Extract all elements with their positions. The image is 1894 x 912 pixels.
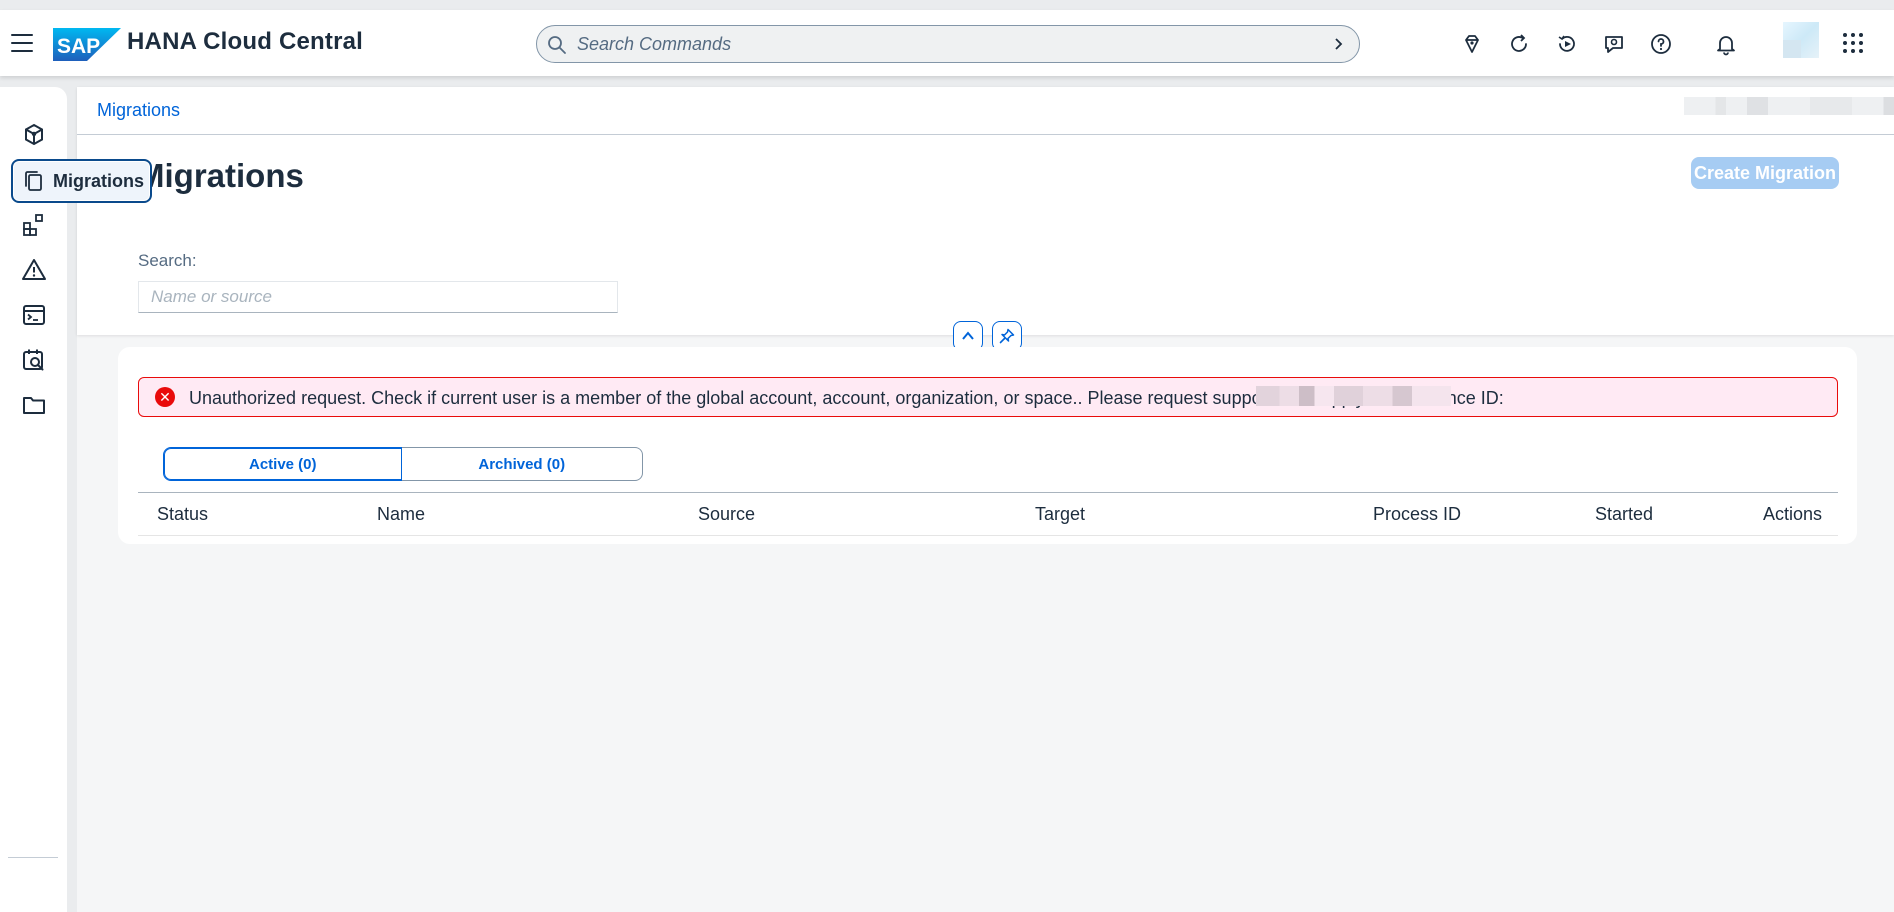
- alert-icon[interactable]: [21, 257, 47, 283]
- column-header-target[interactable]: Target: [1035, 504, 1085, 525]
- refresh-icon[interactable]: [1507, 32, 1531, 56]
- table-header: Status Name Source Target Process ID Sta…: [138, 492, 1838, 536]
- cube-icon[interactable]: [21, 122, 47, 148]
- tab-archived[interactable]: Archived (0): [401, 447, 643, 481]
- calendar-search-icon[interactable]: [21, 347, 47, 373]
- segmented-tabs: Active (0) Archived (0): [163, 447, 643, 481]
- notifications-icon[interactable]: [1714, 32, 1738, 56]
- history-icon[interactable]: [1555, 32, 1579, 56]
- redacted-context: [1684, 97, 1894, 115]
- user-avatar[interactable]: [1783, 22, 1819, 58]
- column-header-name[interactable]: Name: [377, 504, 425, 525]
- components-icon[interactable]: [21, 212, 47, 238]
- command-search-input[interactable]: [577, 30, 1317, 58]
- sap-logo[interactable]: SAP: [53, 28, 121, 61]
- apps-grid-icon[interactable]: [1843, 33, 1863, 53]
- page-title: Migrations: [137, 157, 304, 194]
- error-message-strip: ✕ Unauthorized request. Check if current…: [138, 377, 1838, 417]
- column-header-source[interactable]: Source: [698, 504, 755, 525]
- error-icon: ✕: [155, 387, 175, 407]
- search-icon: [548, 36, 566, 54]
- main-content: Migrations Migrations Create Migration S…: [77, 87, 1894, 912]
- migrations-card: ✕ Unauthorized request. Check if current…: [118, 347, 1857, 544]
- feedback-icon[interactable]: [1602, 32, 1626, 56]
- column-header-started[interactable]: Started: [1595, 504, 1653, 525]
- tab-active[interactable]: Active (0): [163, 447, 403, 481]
- column-header-actions[interactable]: Actions: [1763, 504, 1822, 525]
- sidebar-item-label: Migrations: [53, 170, 145, 191]
- nav-divider: [8, 857, 58, 858]
- migrations-icon: [25, 171, 42, 191]
- hamburger-menu-icon[interactable]: [11, 34, 33, 52]
- help-icon[interactable]: [1649, 32, 1673, 56]
- shell-bar: SAP HANA Cloud Central: [0, 10, 1894, 76]
- sap-logo-text: SAP: [57, 35, 100, 58]
- redacted-reference-id: [1256, 386, 1451, 406]
- chevron-up-icon: [962, 331, 974, 340]
- whats-new-icon[interactable]: [1460, 32, 1484, 56]
- breadcrumb-link-migrations[interactable]: Migrations: [97, 100, 180, 121]
- chevron-right-icon[interactable]: [1333, 35, 1345, 53]
- search-label: Search:: [138, 251, 197, 270]
- folder-icon[interactable]: [21, 392, 47, 418]
- command-search[interactable]: [536, 25, 1360, 63]
- product-title[interactable]: HANA Cloud Central: [127, 28, 363, 56]
- side-navigation: [0, 87, 67, 912]
- console-icon[interactable]: [21, 302, 47, 328]
- search-input[interactable]: [138, 281, 618, 313]
- sidebar-item-migrations[interactable]: Migrations: [11, 159, 152, 203]
- breadcrumb: Migrations: [77, 87, 1894, 135]
- column-header-status[interactable]: Status: [157, 504, 208, 525]
- page-header: Migrations Migrations Create Migration S…: [77, 87, 1894, 351]
- column-header-process-id[interactable]: Process ID: [1373, 504, 1461, 525]
- pin-icon: [999, 328, 1015, 344]
- create-migration-button[interactable]: Create Migration: [1691, 157, 1839, 189]
